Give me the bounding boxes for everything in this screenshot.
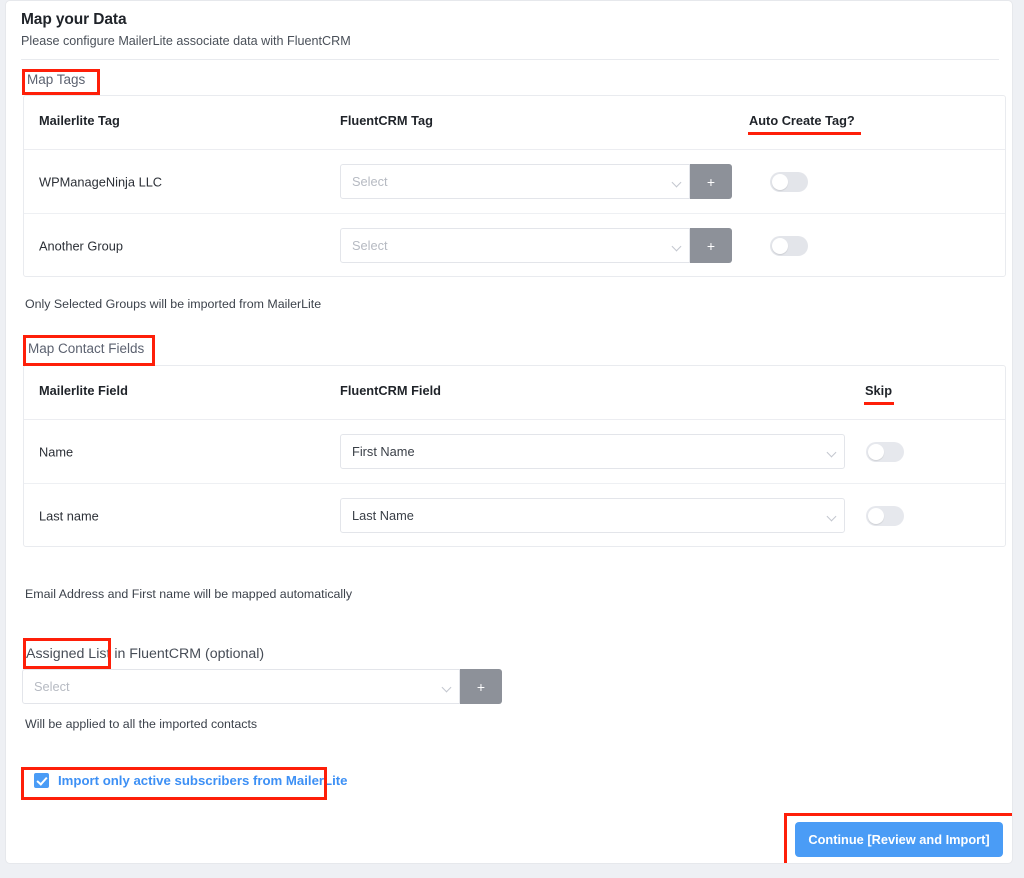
fluentcrm-field-select-group-0: First Name (340, 434, 845, 469)
assigned-list-select-group: Select + (22, 669, 502, 704)
fluentcrm-tag-select-0[interactable]: Select (340, 164, 690, 199)
mailerlite-field-name: Name (39, 444, 73, 459)
column-header-fluentcrm-tag: FluentCRM Tag (340, 113, 433, 128)
table-row: Name First Name (24, 420, 1005, 484)
toggle-knob (772, 174, 788, 190)
chevron-down-icon (672, 241, 682, 251)
table-row: WPManageNinja LLC Select + (24, 150, 1005, 214)
section-title-map-tags: Map Tags (27, 72, 85, 87)
page-subtitle: Please configure MailerLite associate da… (21, 34, 351, 48)
continue-review-and-import-button[interactable]: Continue [Review and Import] (795, 822, 1003, 857)
add-list-button[interactable]: + (460, 669, 502, 704)
mailerlite-field-name: Last name (39, 508, 99, 523)
select-placeholder: Select (352, 238, 388, 253)
chevron-down-icon (827, 511, 837, 521)
add-tag-button-1[interactable]: + (690, 228, 732, 263)
active-subscribers-checkbox-label[interactable]: Import only active subscribers from Mail… (58, 773, 347, 788)
checkbox-checked-icon[interactable] (34, 773, 49, 788)
assigned-list-label: Assigned List in FluentCRM (optional) (26, 646, 264, 662)
chevron-down-icon (827, 447, 837, 457)
toggle-knob (868, 444, 884, 460)
select-placeholder: Select (352, 174, 388, 189)
fluentcrm-tag-select-group-1: Select + (340, 228, 732, 263)
fluentcrm-tag-select-group-0: Select + (340, 164, 732, 199)
assigned-list-select[interactable]: Select (22, 669, 460, 704)
mailerlite-tag-name: Another Group (39, 238, 123, 253)
fluentcrm-tag-select-1[interactable]: Select (340, 228, 690, 263)
select-value: Last Name (352, 508, 414, 523)
map-tags-table: Mailerlite Tag FluentCRM Tag Auto Create… (23, 95, 1006, 277)
table-row: Last name Last Name (24, 484, 1005, 547)
column-header-skip: Skip (865, 383, 892, 398)
section-title-map-contact-fields: Map Contact Fields (28, 341, 144, 356)
column-header-mailerlite-tag: Mailerlite Tag (39, 113, 120, 128)
page-title: Map your Data (21, 11, 127, 29)
fluentcrm-field-select-1[interactable]: Last Name (340, 498, 845, 533)
add-tag-button-0[interactable]: + (690, 164, 732, 199)
auto-create-tag-toggle-0[interactable] (770, 172, 808, 192)
import-wizard-card: Map your Data Please configure MailerLit… (5, 0, 1013, 864)
column-header-auto-create-tag: Auto Create Tag? (749, 113, 855, 128)
toggle-knob (868, 508, 884, 524)
column-header-fluentcrm-field: FluentCRM Field (340, 383, 441, 398)
assigned-list-hint: Will be applied to all the imported cont… (25, 717, 257, 731)
map-contact-fields-table: Mailerlite Field FluentCRM Field Skip Na… (23, 365, 1006, 547)
map-tags-hint: Only Selected Groups will be imported fr… (25, 297, 321, 311)
map-fields-hint: Email Address and First name will be map… (25, 587, 352, 601)
column-header-mailerlite-field: Mailerlite Field (39, 383, 128, 398)
mailerlite-tag-name: WPManageNinja LLC (39, 174, 162, 189)
fluentcrm-field-select-0[interactable]: First Name (340, 434, 845, 469)
active-subscribers-checkbox-row[interactable]: Import only active subscribers from Mail… (34, 773, 347, 788)
table-row: Another Group Select + (24, 214, 1005, 277)
skip-field-toggle-0[interactable] (866, 442, 904, 462)
header-divider (21, 59, 999, 60)
chevron-down-icon (672, 177, 682, 187)
chevron-down-icon (442, 682, 452, 692)
toggle-knob (772, 238, 788, 254)
map-tags-header-row: Mailerlite Tag FluentCRM Tag Auto Create… (24, 96, 1005, 150)
select-value: First Name (352, 444, 415, 459)
select-placeholder: Select (34, 679, 70, 694)
auto-create-tag-toggle-1[interactable] (770, 236, 808, 256)
fluentcrm-field-select-group-1: Last Name (340, 498, 845, 533)
skip-field-toggle-1[interactable] (866, 506, 904, 526)
map-fields-header-row: Mailerlite Field FluentCRM Field Skip (24, 366, 1005, 420)
